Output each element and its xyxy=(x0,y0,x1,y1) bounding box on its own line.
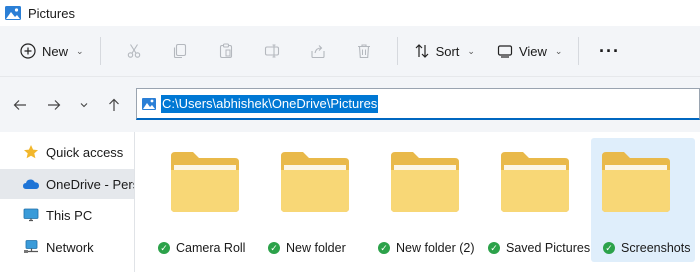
folder-label-row: ✓ Saved Pictures xyxy=(488,241,598,255)
folder-name: New folder (2) xyxy=(396,241,475,255)
sidebar-item-network[interactable]: Network xyxy=(0,232,134,262)
trash-icon xyxy=(357,44,370,59)
sync-status-icon: ✓ xyxy=(603,242,615,254)
address-bar[interactable]: C:\Users\abhishek\OneDrive\Pictures xyxy=(136,88,700,120)
folder-label-row: ✓ Camera Roll xyxy=(158,241,268,255)
chevron-down-icon xyxy=(80,103,88,108)
folder-name: Saved Pictures xyxy=(506,241,591,255)
pane-divider[interactable] xyxy=(134,132,135,272)
sidebar-item-label: This PC xyxy=(46,207,93,223)
rename-button[interactable] xyxy=(249,35,295,67)
folder-item[interactable]: ✓ New folder (2) xyxy=(378,138,475,262)
toolbar-separator xyxy=(396,37,398,65)
paste-button[interactable] xyxy=(203,35,249,67)
folder-label-row: ✓ New folder (2) xyxy=(378,241,488,255)
sidebar-item-label: OneDrive - Perso xyxy=(46,176,134,192)
copy-button[interactable] xyxy=(157,35,203,67)
sync-status-icon: ✓ xyxy=(378,242,390,254)
chevron-down-icon: ⌄ xyxy=(76,45,84,56)
folder-item[interactable]: ✓ Camera Roll xyxy=(158,138,252,262)
toolbar-separator xyxy=(578,37,580,65)
rename-icon xyxy=(264,44,279,58)
chevron-down-icon: ⌄ xyxy=(554,45,563,56)
sync-status-icon: ✓ xyxy=(158,242,170,254)
sidebar-item-label: Quick access xyxy=(46,144,124,160)
forward-button[interactable] xyxy=(42,93,66,117)
ellipsis-icon: ··· xyxy=(598,40,620,61)
folder-label-row: ✓ Screenshots xyxy=(603,241,695,255)
folder-icon xyxy=(171,152,239,212)
chevron-down-icon: ⌄ xyxy=(467,45,475,56)
new-button-label: New xyxy=(42,43,69,59)
more-options-button[interactable]: ··· xyxy=(589,41,629,62)
pictures-app-icon xyxy=(5,6,21,20)
cut-button[interactable] xyxy=(111,35,157,67)
arrow-up-icon xyxy=(109,98,119,111)
navigation-bar: C:\Users\abhishek\OneDrive\Pictures xyxy=(0,76,700,132)
sync-status-icon: ✓ xyxy=(488,242,500,254)
navigation-pane: Quick access OneDrive - Perso This PC Ne… xyxy=(0,132,134,272)
folder-item-selected[interactable]: ✓ Screenshots xyxy=(591,138,695,262)
arrow-right-icon xyxy=(48,100,61,110)
pictures-folder-icon xyxy=(142,97,156,110)
plus-circle-icon xyxy=(20,43,36,59)
window-title: Pictures xyxy=(28,5,75,21)
delete-button[interactable] xyxy=(341,35,387,67)
file-list: ✓ Camera Roll ✓ New folder ✓ New folder … xyxy=(136,132,700,272)
recent-locations-button[interactable] xyxy=(72,93,96,117)
folder-name: Camera Roll xyxy=(176,241,246,255)
view-button[interactable]: View ⌄ xyxy=(491,35,569,67)
sort-icon xyxy=(415,44,428,58)
sort-button[interactable]: Sort ⌄ xyxy=(408,35,481,67)
arrow-left-icon xyxy=(13,100,26,110)
folder-item[interactable]: ✓ New folder xyxy=(268,138,362,262)
sync-status-icon: ✓ xyxy=(268,242,280,254)
share-icon xyxy=(311,45,325,59)
view-icon xyxy=(497,45,513,58)
star-icon xyxy=(22,144,40,160)
folder-item[interactable]: ✓ Saved Pictures xyxy=(488,138,590,262)
folder-icon xyxy=(391,152,459,212)
clipboard-icon xyxy=(219,43,232,59)
share-button[interactable] xyxy=(295,35,341,67)
address-path[interactable]: C:\Users\abhishek\OneDrive\Pictures xyxy=(161,94,379,113)
sidebar-item-onedrive[interactable]: OneDrive - Perso xyxy=(0,169,134,199)
command-bar: New ⌄ Sort ⌄ View ⌄ ··· xyxy=(0,26,700,76)
sidebar-item-this-pc[interactable]: This PC xyxy=(0,200,134,230)
folder-icon xyxy=(602,152,670,212)
view-button-label: View xyxy=(518,43,547,59)
folder-icon xyxy=(281,152,349,212)
cloud-icon xyxy=(22,176,40,192)
copy-icon xyxy=(173,43,186,59)
sidebar-item-quick-access[interactable]: Quick access xyxy=(0,137,134,167)
folder-name: New folder xyxy=(286,241,346,255)
folder-icon xyxy=(501,152,569,212)
scissors-icon xyxy=(127,44,140,58)
sidebar-item-label: Network xyxy=(46,239,94,255)
sort-button-label: Sort xyxy=(435,43,460,59)
folder-label-row: ✓ New folder xyxy=(268,241,378,255)
folder-name: Screenshots xyxy=(621,241,691,255)
network-icon xyxy=(22,239,40,255)
back-button[interactable] xyxy=(8,93,32,117)
new-button[interactable]: New ⌄ xyxy=(14,35,90,67)
monitor-icon xyxy=(22,207,40,223)
up-button[interactable] xyxy=(102,93,126,117)
title-bar: Pictures xyxy=(0,0,700,26)
toolbar-separator xyxy=(99,37,101,65)
